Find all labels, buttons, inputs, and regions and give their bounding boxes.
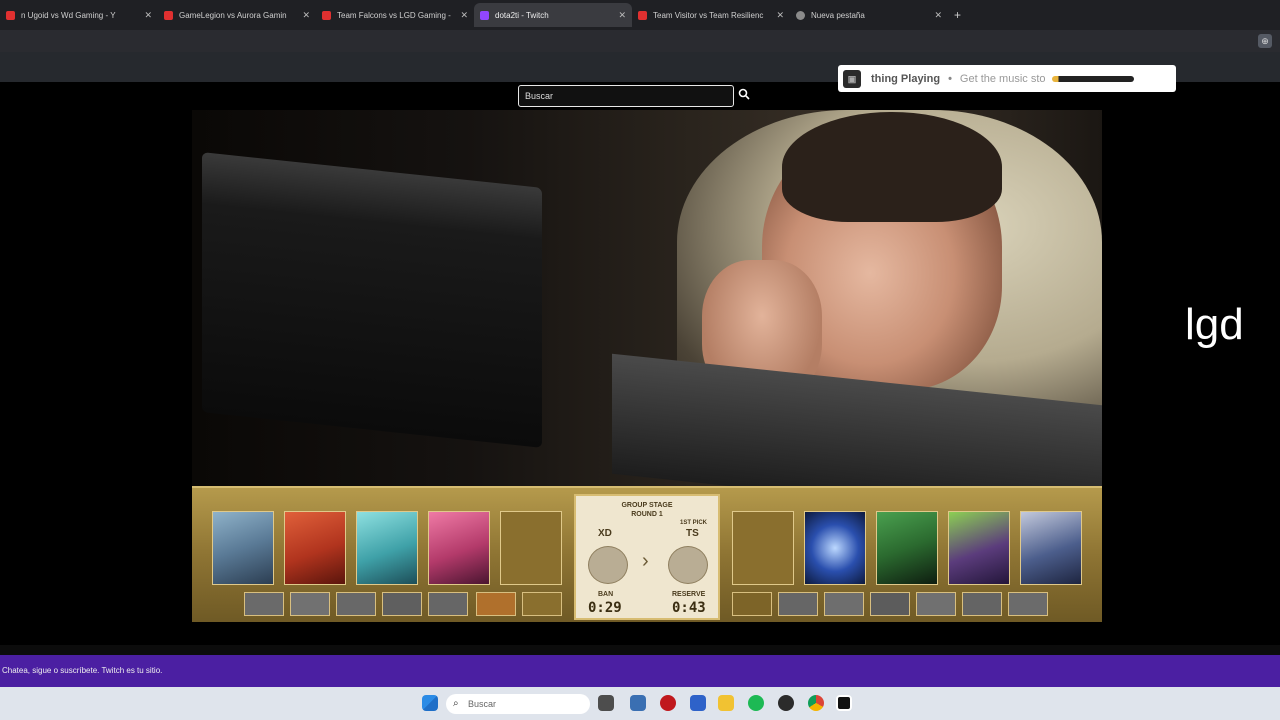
tab-title: dota2ti - Twitch xyxy=(495,10,549,20)
music-cta: Get the music sto xyxy=(959,72,1046,85)
close-icon[interactable]: ✕ xyxy=(618,10,626,21)
ban-slot xyxy=(916,592,956,616)
os-taskbar xyxy=(0,687,1280,720)
left-hero-3 xyxy=(356,511,418,585)
right-hero-slot-empty xyxy=(732,511,794,585)
ban-slot xyxy=(428,592,468,616)
close-icon[interactable]: ✕ xyxy=(144,10,152,21)
ban-slot xyxy=(962,592,1002,616)
ban-slot-empty xyxy=(732,592,772,616)
tab-title: n Ugoid vs Wd Gaming - Y xyxy=(21,10,116,20)
browser-tab[interactable]: GameLegion vs Aurora Gamin ✕ xyxy=(158,3,316,27)
player-hair xyxy=(782,112,1002,222)
browser-tab[interactable]: Team Falcons vs LGD Gaming - ✕ xyxy=(316,3,474,27)
left-hero-1 xyxy=(212,511,274,585)
ban-slot xyxy=(382,592,422,616)
profile-icon[interactable]: ⊕ xyxy=(1258,34,1272,48)
right-hero-1 xyxy=(804,511,866,585)
ban-slot xyxy=(824,592,864,616)
tab-title: Nueva pestaña xyxy=(811,10,865,20)
close-icon[interactable]: ✕ xyxy=(302,10,310,21)
music-icon: ▣ xyxy=(843,69,861,88)
right-team-logo xyxy=(668,546,708,584)
close-icon[interactable]: ✕ xyxy=(776,10,784,21)
browser-tab-active[interactable]: dota2ti - Twitch ✕ xyxy=(474,3,632,27)
ban-slot xyxy=(336,592,376,616)
tab-title: Team Falcons vs LGD Gaming - xyxy=(337,10,451,20)
browser-tab[interactable]: Nueva pestaña ✕ xyxy=(790,3,948,27)
left-timer: 0:29 xyxy=(588,600,622,616)
left-hero-4 xyxy=(428,511,490,585)
right-team-name: TS xyxy=(686,528,699,539)
browser-tab[interactable]: Team Visitor vs Team Resilienc ✕ xyxy=(632,3,790,27)
left-team-logo xyxy=(588,546,628,584)
draft-overlay: GROUP STAGE ROUND 1 XD 1ST PICK TS › BAN… xyxy=(192,486,1102,622)
overlay-text: lgd xyxy=(1185,300,1244,349)
right-hero-2 xyxy=(876,511,938,585)
taskbar-search-input[interactable]: ⌕ Buscar xyxy=(446,694,590,714)
youtube-icon xyxy=(322,10,331,20)
right-timer: 0:43 xyxy=(672,600,706,616)
music-status: thing Playing xyxy=(871,72,941,85)
file-explorer-icon[interactable] xyxy=(598,695,614,711)
youtube-icon xyxy=(164,10,173,20)
windows-start-icon[interactable] xyxy=(422,695,438,711)
left-team-name: XD xyxy=(598,528,612,539)
app-icon[interactable] xyxy=(690,695,706,711)
browser-tab[interactable]: n Ugoid vs Wd Gaming - Y ✕ xyxy=(0,3,158,27)
draft-center-panel: GROUP STAGE ROUND 1 XD 1ST PICK TS › BAN… xyxy=(574,494,720,620)
twitch-icon xyxy=(480,10,489,20)
music-level-bar xyxy=(1051,75,1134,82)
ban-slot-empty xyxy=(522,592,562,616)
tab-title: Team Visitor vs Team Resilienc xyxy=(653,10,764,20)
player-controls-strip xyxy=(0,645,1280,655)
first-pick-note: 1ST PICK xyxy=(680,520,708,526)
new-tab-button[interactable]: + xyxy=(954,8,961,22)
globe-icon xyxy=(796,10,805,20)
browser-toolbar: ⊕ xyxy=(0,30,1280,52)
search-input[interactable]: Buscar xyxy=(518,85,734,107)
ban-slot-empty xyxy=(476,592,516,616)
right-phase-label: RESERVE xyxy=(672,591,706,598)
left-hero-slot-empty xyxy=(500,511,562,585)
search-icon: ⌕ xyxy=(453,698,459,709)
stage-subtitle: ROUND 1 xyxy=(631,511,663,518)
capture-app-icon[interactable] xyxy=(836,695,852,711)
twitch-promo-bar: Chatea, sigue o suscríbete. Twitch es tu… xyxy=(0,655,1280,687)
close-icon[interactable]: ✕ xyxy=(934,10,942,21)
youtube-icon xyxy=(6,10,15,20)
chrome-icon[interactable] xyxy=(808,695,824,711)
right-hero-3 xyxy=(948,511,1010,585)
spotify-icon[interactable] xyxy=(748,695,764,711)
tab-title: GameLegion vs Aurora Gamin xyxy=(179,10,287,20)
close-icon[interactable]: ✕ xyxy=(460,10,468,21)
ban-slot xyxy=(244,592,284,616)
monitor-shape xyxy=(202,152,542,448)
separator: • xyxy=(948,72,952,85)
task-view-icon[interactable] xyxy=(630,695,646,711)
left-phase-label: BAN xyxy=(598,591,614,598)
youtube-icon xyxy=(638,10,647,20)
taskbar-search-placeholder: Buscar xyxy=(468,699,497,709)
turn-arrow-icon: › xyxy=(642,550,649,572)
ban-slot xyxy=(290,592,330,616)
search-icon[interactable] xyxy=(736,87,752,105)
ban-slot xyxy=(870,592,910,616)
ban-slot xyxy=(778,592,818,616)
left-hero-2 xyxy=(284,511,346,585)
obs-icon[interactable] xyxy=(778,695,794,711)
browser-tab-bar: n Ugoid vs Wd Gaming - Y ✕ GameLegion vs… xyxy=(0,0,1280,30)
ban-slot xyxy=(1008,592,1048,616)
folder-icon[interactable] xyxy=(718,695,734,711)
right-hero-4 xyxy=(1020,511,1082,585)
stage-title: GROUP STAGE xyxy=(621,502,673,509)
stream-video[interactable] xyxy=(192,110,1102,486)
record-icon[interactable] xyxy=(660,695,676,711)
music-widget[interactable]: ▣ thing Playing • Get the music sto xyxy=(838,65,1176,92)
